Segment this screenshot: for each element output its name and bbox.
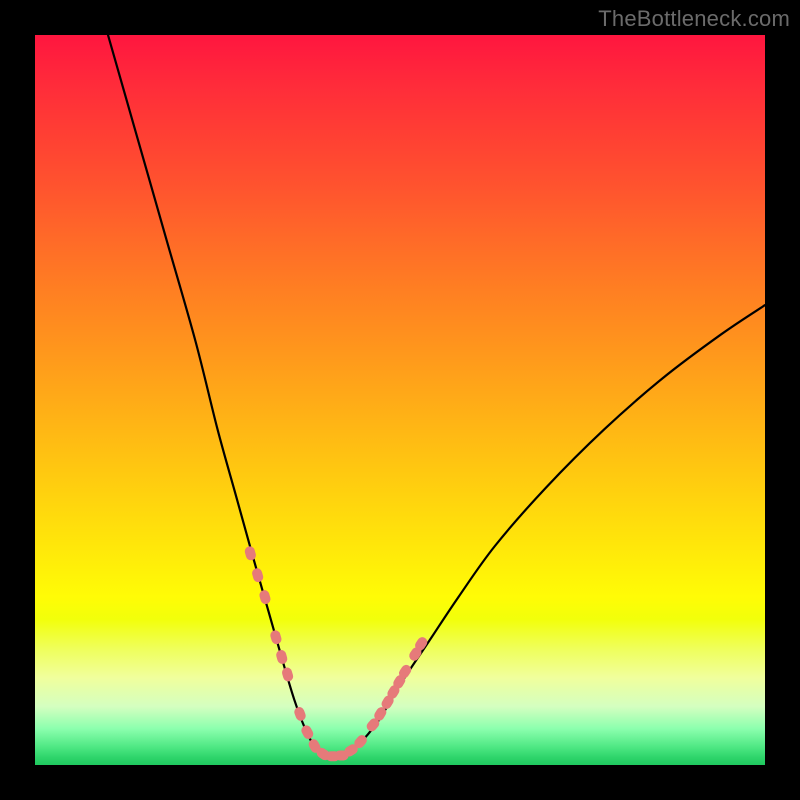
- curve-marker: [300, 724, 315, 741]
- curve-marker: [251, 567, 264, 583]
- curve-marker: [275, 649, 288, 665]
- bottleneck-curve: [108, 35, 765, 757]
- curve-marker: [244, 545, 257, 561]
- curve-marker: [281, 666, 295, 682]
- marker-layer: [244, 545, 430, 762]
- watermark-text: TheBottleneck.com: [598, 6, 790, 32]
- curve-layer: [108, 35, 765, 757]
- canvas-frame: TheBottleneck.com: [0, 0, 800, 800]
- curve-marker: [293, 706, 307, 723]
- curve-marker: [269, 629, 282, 645]
- plot-area: [35, 35, 765, 765]
- curve-marker: [258, 589, 271, 605]
- chart-svg: [35, 35, 765, 765]
